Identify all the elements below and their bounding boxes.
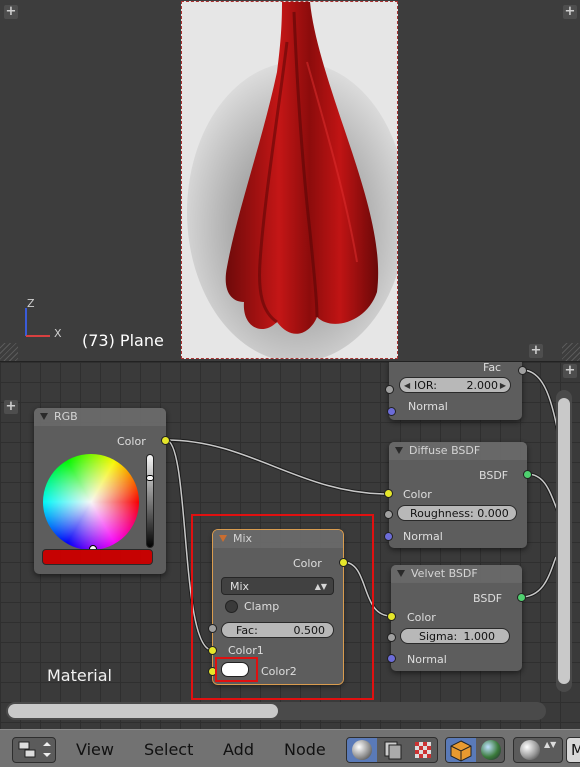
material-name-field[interactable]: M	[566, 737, 580, 763]
compositing-icon	[384, 741, 402, 760]
sigma-value: 1.000	[463, 630, 496, 643]
collapse-triangle-icon[interactable]	[397, 570, 405, 577]
vertical-scrollbar[interactable]	[556, 390, 572, 692]
velvet-bsdf-node[interactable]: Velvet BSDF BSDF Color Sigma: 1.000 Norm…	[391, 565, 522, 671]
node-menu[interactable]: Node	[284, 740, 326, 759]
roughness-field[interactable]: Roughness: 0.000	[397, 505, 517, 521]
rgb-color-swatch[interactable]	[42, 549, 153, 565]
color-input-label: Color	[403, 488, 432, 501]
checker-texture-icon	[415, 742, 431, 758]
normal-input-socket[interactable]	[387, 407, 396, 416]
roughness-label: Roughness: 0.000	[410, 507, 509, 520]
sigma-input-socket[interactable]	[387, 633, 396, 642]
diffuse-bsdf-node[interactable]: Diffuse BSDF BSDF Color Roughness: 0.000…	[389, 442, 527, 548]
rgb-node[interactable]: RGB Color	[34, 408, 166, 574]
cube-icon	[450, 740, 472, 762]
vertical-scrollbar-thumb[interactable]	[558, 398, 570, 684]
3d-viewport[interactable]: + + + Z X (73) Plane	[0, 0, 580, 361]
glass-bsdf-node[interactable]: Fac ◀ IOR: 2.000 ▶ Normal	[389, 362, 522, 420]
normal-label: Normal	[408, 400, 448, 413]
velvet-bsdf-output-socket[interactable]	[517, 593, 526, 602]
axis-x-label: X	[54, 327, 62, 340]
color2-highlight-box	[215, 657, 258, 682]
material-sphere-icon	[352, 740, 372, 760]
fac-output-socket[interactable]	[518, 366, 527, 375]
rendered-camera-view	[181, 1, 398, 359]
collapse-triangle-icon[interactable]	[395, 447, 403, 454]
corner-hatch[interactable]	[0, 343, 18, 361]
editor-type-icon	[18, 741, 51, 758]
diffuse-bsdf-output-socket[interactable]	[523, 470, 532, 479]
world-icon[interactable]	[481, 740, 501, 760]
texture-button[interactable]	[409, 740, 437, 760]
corner-hatch[interactable]	[562, 343, 580, 361]
sigma-field[interactable]: Sigma: 1.000	[400, 628, 510, 644]
normal-label: Normal	[403, 530, 443, 543]
color-input-label: Color	[407, 611, 436, 624]
material-browse-button[interactable]: ▲▼	[513, 737, 563, 763]
ior-value: 2.000	[466, 379, 499, 392]
compositing-button[interactable]	[378, 740, 406, 760]
ior-label: IOR:	[414, 379, 437, 392]
ior-input-socket[interactable]	[385, 385, 394, 394]
area-split-plus-icon[interactable]: +	[563, 5, 577, 19]
bsdf-output-label: BSDF	[479, 469, 509, 482]
shader-object-button[interactable]	[347, 738, 377, 762]
material-sphere-icon	[520, 740, 540, 760]
shader-type-group	[346, 737, 438, 763]
cloth-render-image	[187, 2, 397, 358]
value-slider-handle[interactable]	[146, 475, 154, 481]
ior-field[interactable]: ◀ IOR: 2.000 ▶	[399, 377, 511, 393]
velvet-node-title: Velvet BSDF	[411, 567, 478, 580]
rgb-node-title: RGB	[54, 410, 78, 423]
diffuse-color-input-socket[interactable]	[384, 489, 393, 498]
area-split-plus-icon[interactable]: +	[563, 364, 577, 378]
normal-input-socket[interactable]	[384, 532, 393, 541]
roughness-input-socket[interactable]	[384, 510, 393, 519]
normal-label: Normal	[407, 653, 447, 666]
color-output-label: Color	[117, 435, 146, 448]
collapse-triangle-icon[interactable]	[40, 413, 48, 420]
area-split-plus-icon[interactable]: +	[529, 344, 543, 358]
node-editor[interactable]: + Fac ◀ IOR: 2.000 ▶ Normal RGB Color Di…	[0, 362, 580, 729]
material-label: Material	[47, 666, 112, 685]
object-shader-button[interactable]	[446, 738, 476, 762]
rgb-node-header[interactable]: RGB	[34, 408, 166, 426]
color-wheel[interactable]	[43, 454, 139, 550]
updown-arrows-icon: ▲▼	[544, 740, 557, 749]
sigma-label: Sigma:	[419, 630, 458, 643]
area-split-plus-icon[interactable]: +	[4, 400, 18, 414]
editor-type-button[interactable]	[12, 737, 56, 763]
velvet-node-header[interactable]: Velvet BSDF	[391, 565, 522, 583]
node-editor-header: View Select Add Node ▲▼ M	[0, 729, 580, 767]
rgb-color-output-socket[interactable]	[161, 436, 170, 445]
area-split-plus-icon[interactable]: +	[4, 5, 18, 19]
diffuse-node-header[interactable]: Diffuse BSDF	[389, 442, 527, 460]
active-object-label: (73) Plane	[82, 331, 164, 350]
add-menu[interactable]: Add	[223, 740, 254, 759]
bsdf-output-label: BSDF	[473, 592, 503, 605]
velvet-color-input-socket[interactable]	[387, 612, 396, 621]
select-menu[interactable]: Select	[144, 740, 193, 759]
horizontal-scrollbar[interactable]	[6, 702, 546, 720]
value-slider[interactable]	[146, 454, 154, 548]
horizontal-scrollbar-thumb[interactable]	[8, 704, 278, 718]
fac-output-label: Fac	[483, 362, 502, 374]
diffuse-node-title: Diffuse BSDF	[409, 444, 481, 457]
shader-source-group	[445, 737, 505, 763]
view-menu[interactable]: View	[76, 740, 114, 759]
normal-input-socket[interactable]	[387, 654, 396, 663]
material-name-text: M	[571, 741, 580, 759]
axis-z-label: Z	[27, 297, 35, 310]
